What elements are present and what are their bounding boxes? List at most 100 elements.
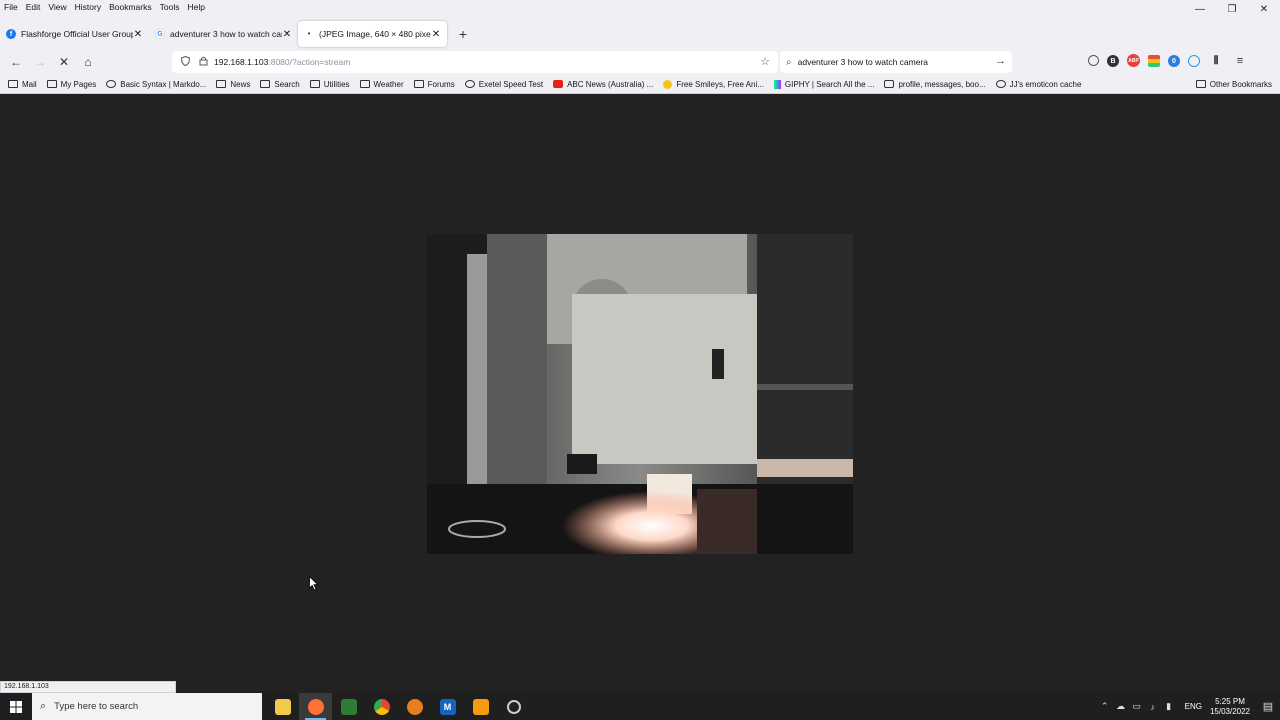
camera-stream-image[interactable]	[427, 234, 853, 554]
menu-history[interactable]: History	[75, 2, 101, 12]
forward-button[interactable]: →	[28, 51, 52, 73]
browser-chrome: File Edit View History Bookmarks Tools H…	[0, 0, 1280, 94]
taskbar-firefox[interactable]	[299, 693, 332, 720]
folder-icon	[413, 80, 424, 88]
menu-view[interactable]: View	[48, 2, 66, 12]
home-button[interactable]: ⌂	[76, 51, 100, 73]
bookmark-utilities[interactable]: Utilities	[309, 79, 350, 89]
bookmark-label: Utilities	[323, 79, 350, 89]
clock-date: 15/03/2022	[1209, 706, 1250, 716]
url-host: 192.168.1.103	[214, 57, 269, 67]
bookmark-label: My Pages	[60, 79, 97, 89]
menu-help[interactable]: Help	[187, 2, 204, 12]
cloud-icon[interactable]: ☁	[1113, 701, 1129, 712]
tab-title: Flashforge Official User Group |	[21, 29, 133, 39]
m-app-icon: M	[439, 698, 456, 715]
globe-icon	[464, 80, 475, 88]
profile-icon	[884, 80, 895, 88]
tab-jpeg-image[interactable]: • (JPEG Image, 640 × 480 pixels) ✕	[298, 21, 447, 47]
bookmark-weather[interactable]: Weather	[359, 80, 404, 89]
window-controls: — ❐ ✕	[1184, 0, 1280, 18]
taskbar-m-app[interactable]: M	[431, 693, 464, 720]
bookmark-search[interactable]: Search	[260, 80, 300, 89]
extension-green-icon[interactable]	[1148, 55, 1160, 67]
windows-icon	[10, 700, 22, 713]
bookmark-giphy[interactable]: GIPHY | Search All the ...	[773, 79, 875, 89]
system-tray: ⌃ ☁ ▭ ♪ ▮ ENG 5:25 PM 15/03/2022 ▤	[1097, 693, 1280, 720]
smiley-icon	[663, 79, 673, 89]
search-go-icon[interactable]: →	[995, 55, 1006, 67]
menu-bookmarks[interactable]: Bookmarks	[109, 2, 152, 12]
bookmark-label: Free Smileys, Free Ani...	[676, 79, 764, 89]
network-icon[interactable]: ▭	[1129, 701, 1145, 712]
microphone-icon[interactable]: ▮	[1161, 701, 1177, 712]
extension-blue-icon[interactable]	[1188, 55, 1200, 67]
search-input[interactable]: adventurer 3 how to watch camera	[798, 57, 928, 67]
menu-tools[interactable]: Tools	[160, 2, 180, 12]
youtube-icon	[553, 80, 564, 88]
info-lock-icon[interactable]	[196, 56, 210, 68]
bookmark-label: Forums	[427, 79, 455, 89]
taskbar-paint[interactable]	[398, 693, 431, 720]
taskbar-circle-app[interactable]	[497, 693, 530, 720]
menu-edit[interactable]: Edit	[26, 2, 41, 12]
back-button[interactable]: ←	[4, 51, 28, 73]
language-indicator[interactable]: ENG	[1185, 702, 1202, 711]
close-icon[interactable]: ✕	[282, 29, 292, 40]
taskbar-search-input[interactable]: ⌕ Type here to search	[32, 693, 262, 720]
notification-extension-icon[interactable]: 0	[1168, 55, 1180, 67]
taskbar-clock[interactable]: 5:25 PM 15/03/2022	[1210, 697, 1250, 717]
clock-time: 5:25 PM	[1215, 696, 1245, 706]
stop-button[interactable]: ✕	[52, 51, 76, 73]
minimize-button[interactable]: —	[1184, 0, 1216, 18]
bookmark-star-icon[interactable]: ☆	[760, 55, 770, 68]
close-icon[interactable]: ✕	[431, 29, 441, 40]
folder-icon	[46, 80, 57, 88]
tab-title: adventurer 3 how to watch cam	[170, 29, 282, 39]
bookmark-profile-messages[interactable]: profile, messages, boo...	[884, 80, 986, 89]
bookmark-abc-news[interactable]: ABC News (Australia) ...	[553, 80, 653, 89]
menu-file[interactable]: File	[4, 2, 18, 12]
restore-button[interactable]: ❐	[1216, 0, 1248, 18]
folder-icon	[260, 80, 271, 88]
taskbar-orange-app[interactable]	[464, 693, 497, 720]
shield-icon[interactable]	[178, 55, 192, 68]
notification-icon[interactable]: ▤	[1256, 693, 1280, 720]
bookmark-free-smileys[interactable]: Free Smileys, Free Ani...	[663, 79, 764, 89]
file-explorer-icon	[274, 698, 291, 715]
taskbar-chrome[interactable]	[365, 693, 398, 720]
menu-icon[interactable]: ≡	[1232, 53, 1248, 69]
b-extension-icon[interactable]: B	[1107, 55, 1119, 67]
bookmark-jj-emoticon-cache[interactable]: JJ's emoticon cache	[995, 80, 1081, 89]
library-icon[interactable]: ⦀	[1208, 53, 1224, 69]
bookmark-forums[interactable]: Forums	[413, 79, 455, 89]
bookmark-label: GIPHY | Search All the ...	[784, 79, 875, 89]
tab-title: (JPEG Image, 640 × 480 pixels)	[319, 29, 431, 39]
adblock-icon[interactable]: ABP	[1127, 54, 1140, 67]
bookmark-exetel-speed-test[interactable]: Exetel Speed Test	[464, 80, 543, 89]
status-url: 192.168.1.103	[0, 681, 176, 693]
folder-icon	[359, 80, 370, 88]
close-icon[interactable]: ✕	[133, 29, 143, 40]
tab-flashforge[interactable]: f Flashforge Official User Group | ✕	[0, 21, 149, 47]
close-window-button[interactable]: ✕	[1248, 0, 1280, 18]
taskbar-spreadsheet[interactable]	[332, 693, 365, 720]
search-icon: ⌕	[40, 700, 47, 712]
address-bar[interactable]: 192.168.1.103:8080/?action=stream ☆	[172, 51, 778, 73]
bookmark-news[interactable]: News	[216, 80, 250, 89]
folder-icon	[1195, 80, 1206, 88]
other-bookmarks[interactable]: Other Bookmarks	[1195, 76, 1272, 92]
volume-icon[interactable]: ♪	[1145, 702, 1161, 712]
bookmark-my-pages[interactable]: My Pages	[46, 79, 97, 89]
bookmark-mail[interactable]: Mail	[8, 80, 37, 89]
bookmark-label: News	[230, 79, 251, 89]
start-button[interactable]	[0, 693, 32, 720]
chevron-up-icon[interactable]: ⌃	[1097, 701, 1113, 712]
tab-google-search[interactable]: G adventurer 3 how to watch cam ✕	[149, 21, 298, 47]
pocket-icon[interactable]	[1088, 55, 1099, 66]
bookmark-basic-syntax[interactable]: Basic Syntax | Markdo...	[106, 80, 206, 89]
search-bar[interactable]: ⌕ adventurer 3 how to watch camera →	[780, 51, 1012, 73]
taskbar-file-explorer[interactable]	[266, 693, 299, 720]
new-tab-button[interactable]: +	[451, 22, 475, 46]
extension-toolbar: B ABP 0 ⦀ ≡	[1088, 53, 1256, 69]
